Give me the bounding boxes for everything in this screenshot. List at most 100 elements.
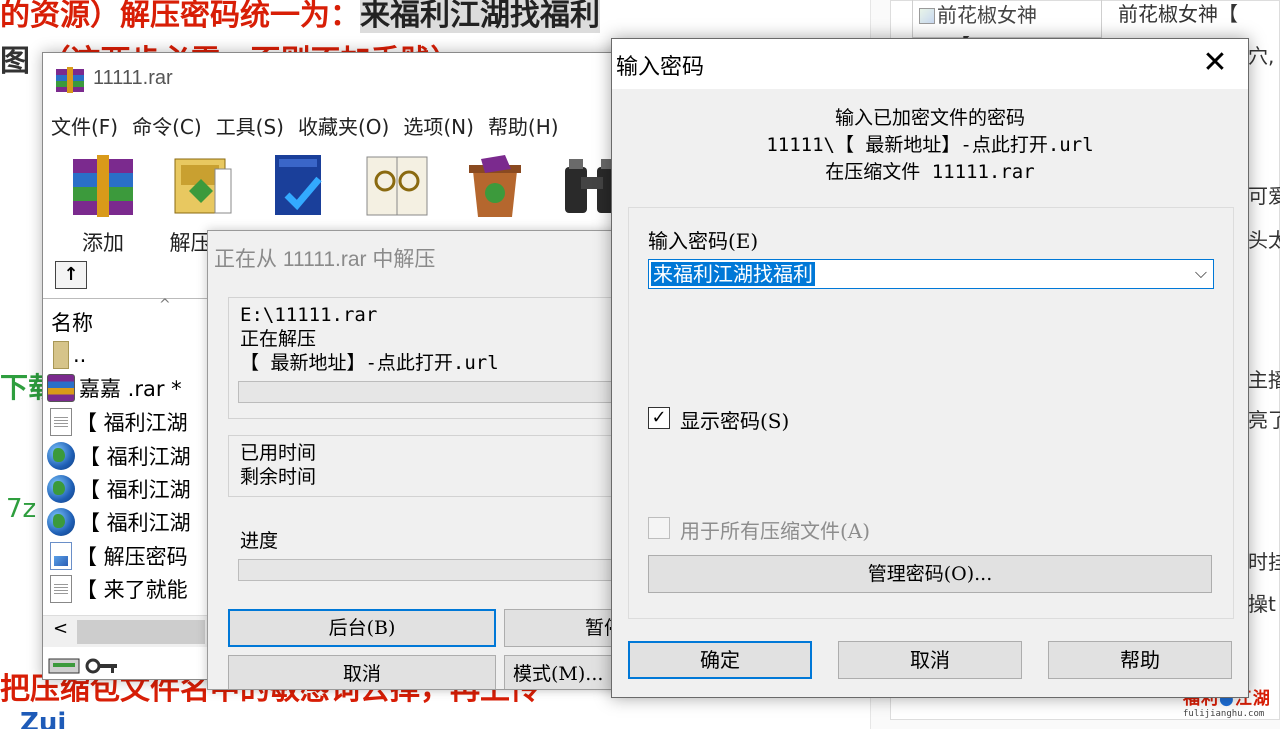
archive-path: E:\11111.rar xyxy=(240,304,378,326)
file-name: 嘉嘉 .rar * xyxy=(79,377,182,401)
password-input[interactable]: 来福利江湖找福利 xyxy=(651,262,815,286)
total-progress-label: 进度 xyxy=(240,530,279,552)
logo-domain: fulijianghu.com xyxy=(1183,709,1265,719)
info-prompt: 输入已加密文件的密码 xyxy=(834,107,1025,129)
sidebar-fragment: 可爱 xyxy=(1248,184,1280,208)
file-name: 【 解压密码 xyxy=(76,545,188,569)
globe-icon xyxy=(47,442,75,470)
file-name: 【 福利江湖 xyxy=(79,478,191,502)
toolbar-add-button[interactable]: 添加 xyxy=(55,145,151,257)
toolbar-add-label: 添加 xyxy=(82,231,124,255)
column-header-name[interactable]: 名称 ^ xyxy=(43,297,209,339)
show-password-label[interactable]: 显示密码(S) xyxy=(680,405,789,434)
password-dialog-title: 输入密码 xyxy=(616,55,705,80)
list-item[interactable]: 【 解压密码 xyxy=(47,541,227,573)
total-progress-bar xyxy=(238,559,638,581)
password-dialog-titlebar[interactable]: 输入密码 ✕ xyxy=(612,39,1248,89)
info-archive-name: 在压缩文件 11111.rar xyxy=(825,161,1035,183)
current-file-name: 【 最新地址】-点此打开.url xyxy=(240,352,499,374)
manage-passwords-button[interactable]: 管理密码(O)... xyxy=(648,555,1212,593)
scrollbar-thumb[interactable] xyxy=(77,620,205,644)
list-item[interactable]: 【 福利江湖 xyxy=(47,507,227,539)
show-password-checkbox[interactable]: ✓ xyxy=(648,407,670,429)
sidebar-fragment: 时挂 xyxy=(1248,550,1280,574)
password-dialog: 输入密码 ✕ 输入已加密文件的密码 11111\【 最新地址】-点此打开.url… xyxy=(611,38,1249,698)
list-item[interactable]: .. xyxy=(47,341,227,373)
elapsed-time-label: 已用时间 xyxy=(240,442,317,464)
image-alt-text: 前花椒女神 xyxy=(937,3,1037,27)
add-archive-icon xyxy=(73,155,133,217)
password-combobox[interactable]: 来福利江湖找福利 ⌵ xyxy=(648,259,1214,289)
bg-bottom-blue-text: Zui xyxy=(20,708,67,729)
horizontal-scrollbar[interactable]: < xyxy=(43,615,209,647)
use-for-all-archives-label: 用于所有压缩文件(A) xyxy=(680,519,871,543)
sidebar-fragment: 头太 xyxy=(1248,228,1280,252)
sort-ascending-icon: ^ xyxy=(159,297,171,313)
scroll-left-icon[interactable]: < xyxy=(53,618,68,639)
up-arrow-icon: ↑ xyxy=(63,264,79,285)
winrar-title: 11111.rar xyxy=(93,67,173,89)
checkmark-icon: ✓ xyxy=(651,407,667,428)
extract-to-icon xyxy=(174,158,232,214)
test-icon xyxy=(275,155,322,215)
list-item[interactable]: 【 来了就能 xyxy=(47,574,227,606)
menu-favorites[interactable]: 收藏夹(O) xyxy=(292,109,395,142)
status-bar xyxy=(43,647,209,679)
use-for-all-archives-checkbox[interactable] xyxy=(648,517,670,539)
password-label: 输入密码(E) xyxy=(648,229,759,253)
sidebar-broken-image[interactable]: 前花椒女神 xyxy=(912,0,1102,38)
extraction-dialog-title: 正在从 11111.rar 中解压 xyxy=(214,248,436,271)
cancel-extraction-button[interactable]: 取消 xyxy=(228,655,496,689)
globe-icon xyxy=(47,508,75,536)
text-file-icon xyxy=(50,575,72,603)
list-item[interactable]: 嘉嘉 .rar * xyxy=(47,373,227,405)
menu-file[interactable]: 文件(F) xyxy=(45,109,124,142)
sidebar-fragment: 亮了 xyxy=(1248,408,1280,432)
bg-red-text: 的资源）解压密码统一为： xyxy=(0,0,360,33)
sidebar-article-title[interactable]: 前花椒女神【 xyxy=(1118,0,1238,27)
menu-help[interactable]: 帮助(H) xyxy=(482,109,565,142)
extraction-status: 正在解压 xyxy=(240,328,317,350)
bg-heading-line: 的资源）解压密码统一为：来福利江湖找福利 xyxy=(0,0,600,34)
chevron-down-icon[interactable]: ⌵ xyxy=(1195,263,1207,283)
rar-icon xyxy=(47,374,75,402)
background-button[interactable]: 后台(B) xyxy=(228,609,496,647)
list-item[interactable]: 【 福利江湖 xyxy=(47,474,227,506)
winrar-titlebar[interactable]: 11111.rar xyxy=(43,53,681,107)
menu-tools[interactable]: 工具(S) xyxy=(210,109,290,142)
sidebar-fragment: 穴, xyxy=(1248,44,1275,68)
globe-icon xyxy=(47,475,75,503)
broken-image-icon xyxy=(919,8,935,24)
file-name: 【 福利江湖 xyxy=(79,445,191,469)
remaining-time-label: 剩余时间 xyxy=(240,466,317,488)
up-one-level-button[interactable]: ↑ xyxy=(55,261,87,289)
view-icon xyxy=(366,156,428,216)
delete-icon xyxy=(469,155,521,217)
bg-green-fragment-2: 7z xyxy=(6,494,37,524)
folder-icon xyxy=(53,341,69,369)
sidebar-fragment: 操t xyxy=(1248,592,1276,616)
menu-command[interactable]: 命令(C) xyxy=(126,109,208,142)
sidebar-fragment: 主播 xyxy=(1248,368,1280,392)
text-file-icon xyxy=(50,408,72,436)
info-file-path: 11111\【 最新地址】-点此打开.url xyxy=(766,134,1094,156)
cancel-button[interactable]: 取消 xyxy=(838,641,1022,679)
column-name-label: 名称 xyxy=(51,311,93,335)
file-name: .. xyxy=(73,343,87,367)
drive-key-icon[interactable] xyxy=(47,651,127,679)
file-name: 【 福利江湖 xyxy=(76,411,188,435)
image-file-icon xyxy=(50,542,72,570)
close-icon[interactable]: ✕ xyxy=(1196,45,1234,83)
list-item[interactable]: 【 福利江湖 xyxy=(47,441,227,473)
file-name: 【 来了就能 xyxy=(76,578,188,602)
menu-options[interactable]: 选项(N) xyxy=(397,109,480,142)
bg-highlight-text: 来福利江湖找福利 xyxy=(360,0,600,33)
file-name: 【 福利江湖 xyxy=(79,511,191,535)
help-button[interactable]: 帮助 xyxy=(1048,641,1232,679)
ok-button[interactable]: 确定 xyxy=(628,641,812,679)
file-progress-bar xyxy=(238,381,638,403)
list-item[interactable]: 【 福利江湖 xyxy=(47,407,227,439)
bg-prefix-text: 图 xyxy=(0,44,30,79)
encrypted-file-info: 输入已加密文件的密码 11111\【 最新地址】-点此打开.url 在压缩文件 … xyxy=(612,105,1248,186)
winrar-app-icon xyxy=(56,67,84,93)
